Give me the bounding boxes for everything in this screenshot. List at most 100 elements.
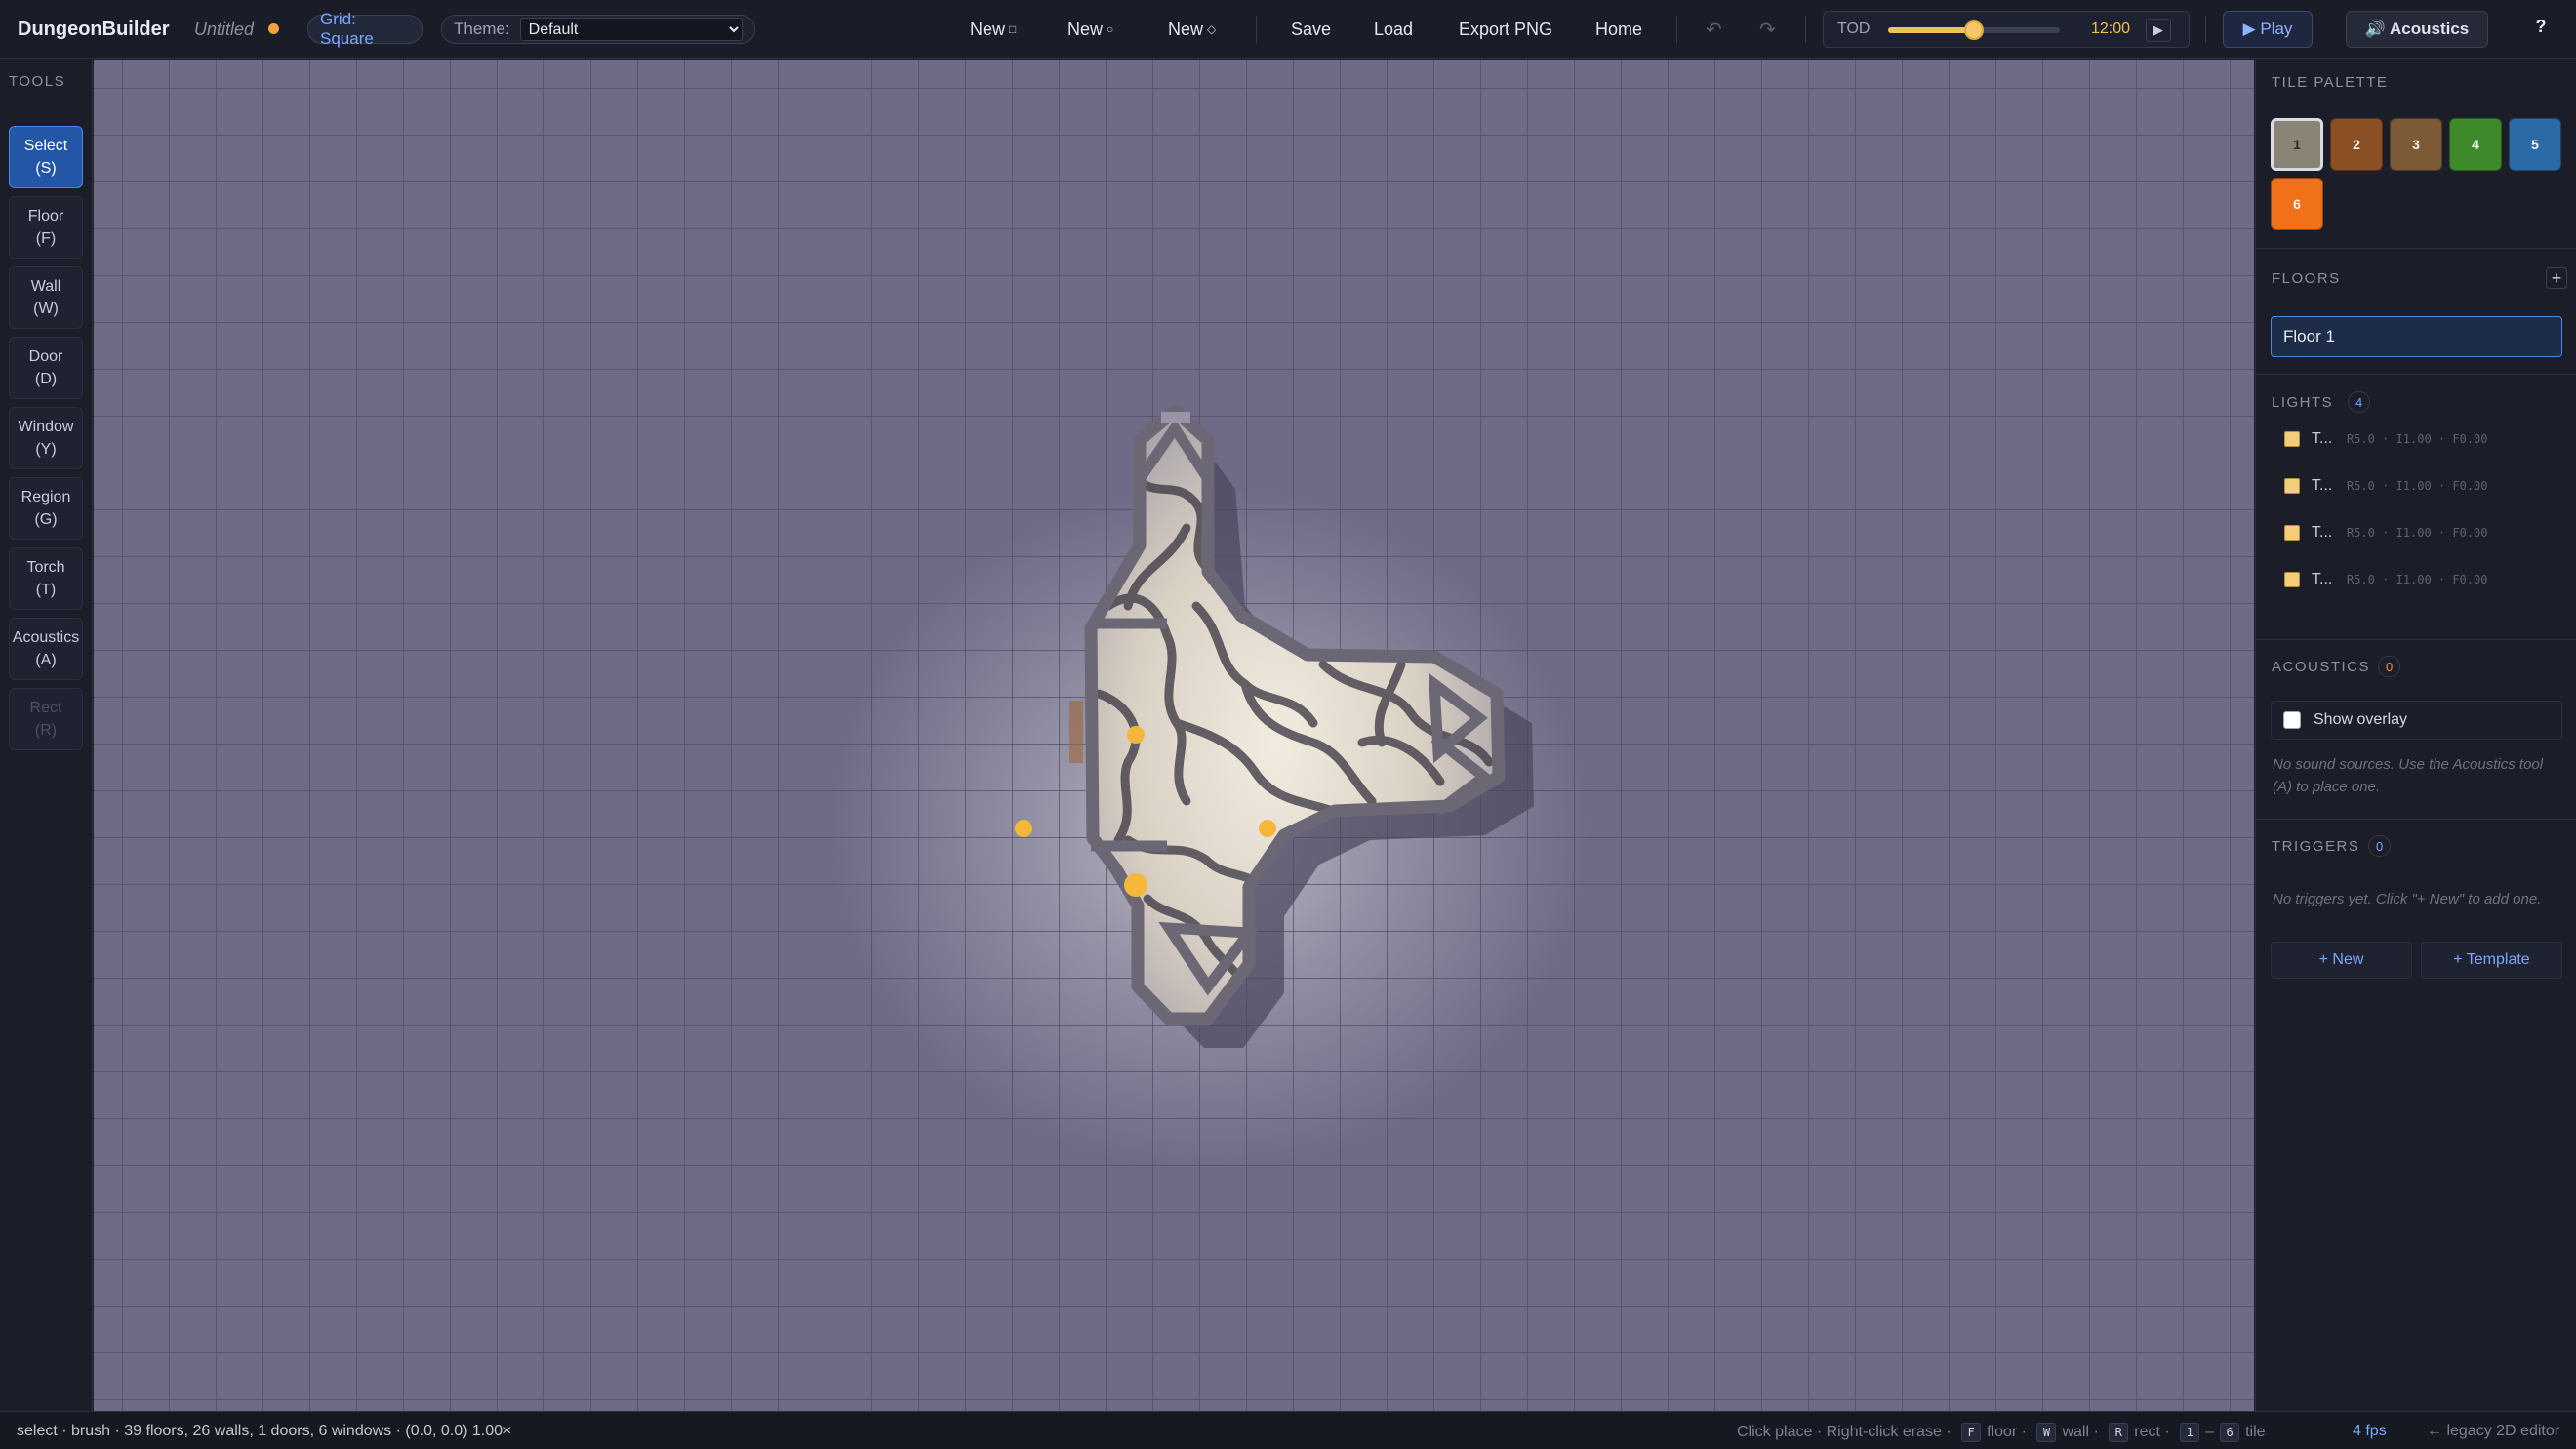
- trigger-template-button[interactable]: + Template: [2421, 942, 2562, 979]
- light-item[interactable]: T... R5.0 · I1.00 · F0.00: [2271, 560, 2562, 599]
- hint-bar: Click place · Right-click erase · Ffloor…: [1737, 1423, 2266, 1442]
- tile-swatch-4[interactable]: 4: [2449, 118, 2502, 171]
- home-button[interactable]: Home: [1595, 0, 1642, 59]
- show-overlay-label: Show overlay: [2314, 711, 2408, 728]
- tile-swatch-1[interactable]: 1: [2271, 118, 2323, 171]
- new-square-label: New: [970, 19, 1006, 39]
- torch-icon[interactable]: [1015, 820, 1032, 837]
- key-6: 6: [2220, 1423, 2240, 1442]
- window-marker: [1161, 412, 1190, 423]
- panel-divider: [2256, 374, 2576, 375]
- dungeon-canvas[interactable]: [94, 60, 2254, 1411]
- panel-divider: [2256, 248, 2576, 249]
- theme-select[interactable]: Default: [519, 18, 743, 41]
- door-marker: [1069, 701, 1083, 763]
- floor-item[interactable]: Floor 1: [2271, 316, 2562, 357]
- tool-select[interactable]: Select (S): [9, 126, 83, 188]
- tod-slider-handle[interactable]: [1964, 20, 1984, 40]
- fps-counter: 4 fps: [2353, 1423, 2387, 1439]
- key-f: F: [1961, 1423, 1982, 1442]
- hint-wall: wall: [2062, 1424, 2090, 1440]
- new-diamond-button[interactable]: New ◇: [1168, 0, 1216, 59]
- play-button[interactable]: ▶ Play: [2223, 11, 2313, 48]
- panel-divider: [2256, 639, 2576, 640]
- light-meta: R5.0 · I1.00 · F0.00: [2347, 526, 2488, 540]
- new-trigger-button[interactable]: + New: [2271, 942, 2412, 979]
- key-r: R: [2109, 1423, 2129, 1442]
- redo-icon[interactable]: ↷: [1759, 0, 1776, 59]
- tile-swatch-3[interactable]: 3: [2390, 118, 2442, 171]
- theme-picker: Theme: Default: [441, 15, 755, 44]
- save-button[interactable]: Save: [1291, 0, 1331, 59]
- light-swatch-icon: [2284, 525, 2300, 541]
- light-meta: R5.0 · I1.00 · F0.00: [2347, 432, 2488, 446]
- square-icon: □: [1009, 22, 1017, 36]
- triggers-count-badge: 0: [2368, 835, 2392, 857]
- inspector-panel: TILE PALETTE 1 2 3 4 5 6 FLOORS + Floor …: [2255, 60, 2576, 1411]
- new-diamond-label: New: [1168, 19, 1204, 39]
- lights-heading: LIGHTS: [2272, 394, 2334, 411]
- panel-divider: [2256, 819, 2576, 820]
- hint-separator: ·: [2093, 1424, 2099, 1440]
- toolbar-divider: [1256, 16, 1257, 43]
- undo-icon[interactable]: ↶: [1706, 0, 1722, 59]
- new-circle-button[interactable]: New ○: [1067, 0, 1113, 59]
- theme-label: Theme:: [454, 20, 510, 38]
- tile-swatch-5[interactable]: 5: [2509, 118, 2561, 171]
- hint-tile: tile: [2245, 1424, 2266, 1440]
- hint-separator: ·: [2164, 1424, 2170, 1440]
- show-overlay-checkbox[interactable]: [2283, 711, 2301, 729]
- light-item[interactable]: T... R5.0 · I1.00 · F0.00: [2271, 466, 2562, 505]
- legacy-editor-link[interactable]: ← legacy 2D editor: [2427, 1423, 2559, 1440]
- tool-torch[interactable]: Torch (T): [9, 547, 83, 610]
- light-meta: R5.0 · I1.00 · F0.00: [2347, 573, 2488, 586]
- tool-region[interactable]: Region (G): [9, 477, 83, 540]
- export-png-button[interactable]: Export PNG: [1459, 0, 1552, 59]
- hint-right-click: Right-click erase: [1826, 1424, 1942, 1440]
- hint-separator: ·: [1946, 1424, 1952, 1440]
- tool-window[interactable]: Window (Y): [9, 407, 83, 469]
- light-swatch-icon: [2284, 572, 2300, 587]
- tod-label: TOD: [1837, 20, 1871, 37]
- hint-separator: ·: [1816, 1424, 1823, 1440]
- tool-door[interactable]: Door (D): [9, 337, 83, 399]
- hint-range-separator: –: [2205, 1424, 2215, 1440]
- map-render: [94, 60, 2254, 1411]
- tod-slider[interactable]: [1888, 20, 2060, 40]
- circle-icon: ○: [1107, 22, 1114, 36]
- tool-floor[interactable]: Floor (F): [9, 196, 83, 259]
- tool-wall[interactable]: Wall (W): [9, 266, 83, 329]
- torch-icon[interactable]: [1127, 726, 1145, 744]
- triggers-empty-note: No triggers yet. Click "+ New" to add on…: [2273, 891, 2542, 907]
- load-button[interactable]: Load: [1374, 0, 1413, 59]
- grid-toggle-button[interactable]: Grid: Square: [307, 10, 423, 48]
- hint-floor: floor: [1987, 1424, 2018, 1440]
- torch-icon[interactable]: [1259, 820, 1276, 837]
- torch-icon[interactable]: [1124, 873, 1147, 897]
- new-circle-label: New: [1067, 19, 1104, 39]
- tile-swatch-2[interactable]: 2: [2330, 118, 2383, 171]
- light-swatch-icon: [2284, 431, 2300, 447]
- time-of-day-control: TOD 12:00 ▶: [1823, 11, 2190, 48]
- light-item[interactable]: T... R5.0 · I1.00 · F0.00: [2271, 513, 2562, 552]
- light-meta: R5.0 · I1.00 · F0.00: [2347, 479, 2488, 493]
- tool-rect: Rect (R): [9, 688, 83, 750]
- light-name: T...: [2312, 524, 2333, 541]
- light-name: T...: [2312, 477, 2333, 494]
- tool-acoustics[interactable]: Acoustics (A): [9, 618, 83, 680]
- hint-rect: rect: [2134, 1424, 2160, 1440]
- show-overlay-toggle[interactable]: Show overlay: [2271, 701, 2562, 740]
- light-name: T...: [2312, 430, 2333, 447]
- document-name: Untitled: [194, 19, 255, 39]
- tile-swatch-6[interactable]: 6: [2271, 178, 2323, 230]
- help-icon[interactable]: ?: [2529, 17, 2553, 40]
- tod-time: 12:00: [2091, 20, 2131, 37]
- acoustics-button[interactable]: 🔊 Acoustics: [2346, 11, 2488, 48]
- tools-sidebar: TOOLS Select (S) Floor (F) Wall (W) Door…: [0, 60, 93, 1411]
- add-floor-button[interactable]: +: [2546, 267, 2567, 289]
- new-square-button[interactable]: New □: [970, 0, 1016, 59]
- light-item[interactable]: T... R5.0 · I1.00 · F0.00: [2271, 420, 2562, 459]
- status-bar: select · brush · 39 floors, 26 walls, 1 …: [0, 1411, 2576, 1449]
- key-w: W: [2036, 1423, 2057, 1442]
- tod-play-icon[interactable]: ▶: [2146, 19, 2171, 42]
